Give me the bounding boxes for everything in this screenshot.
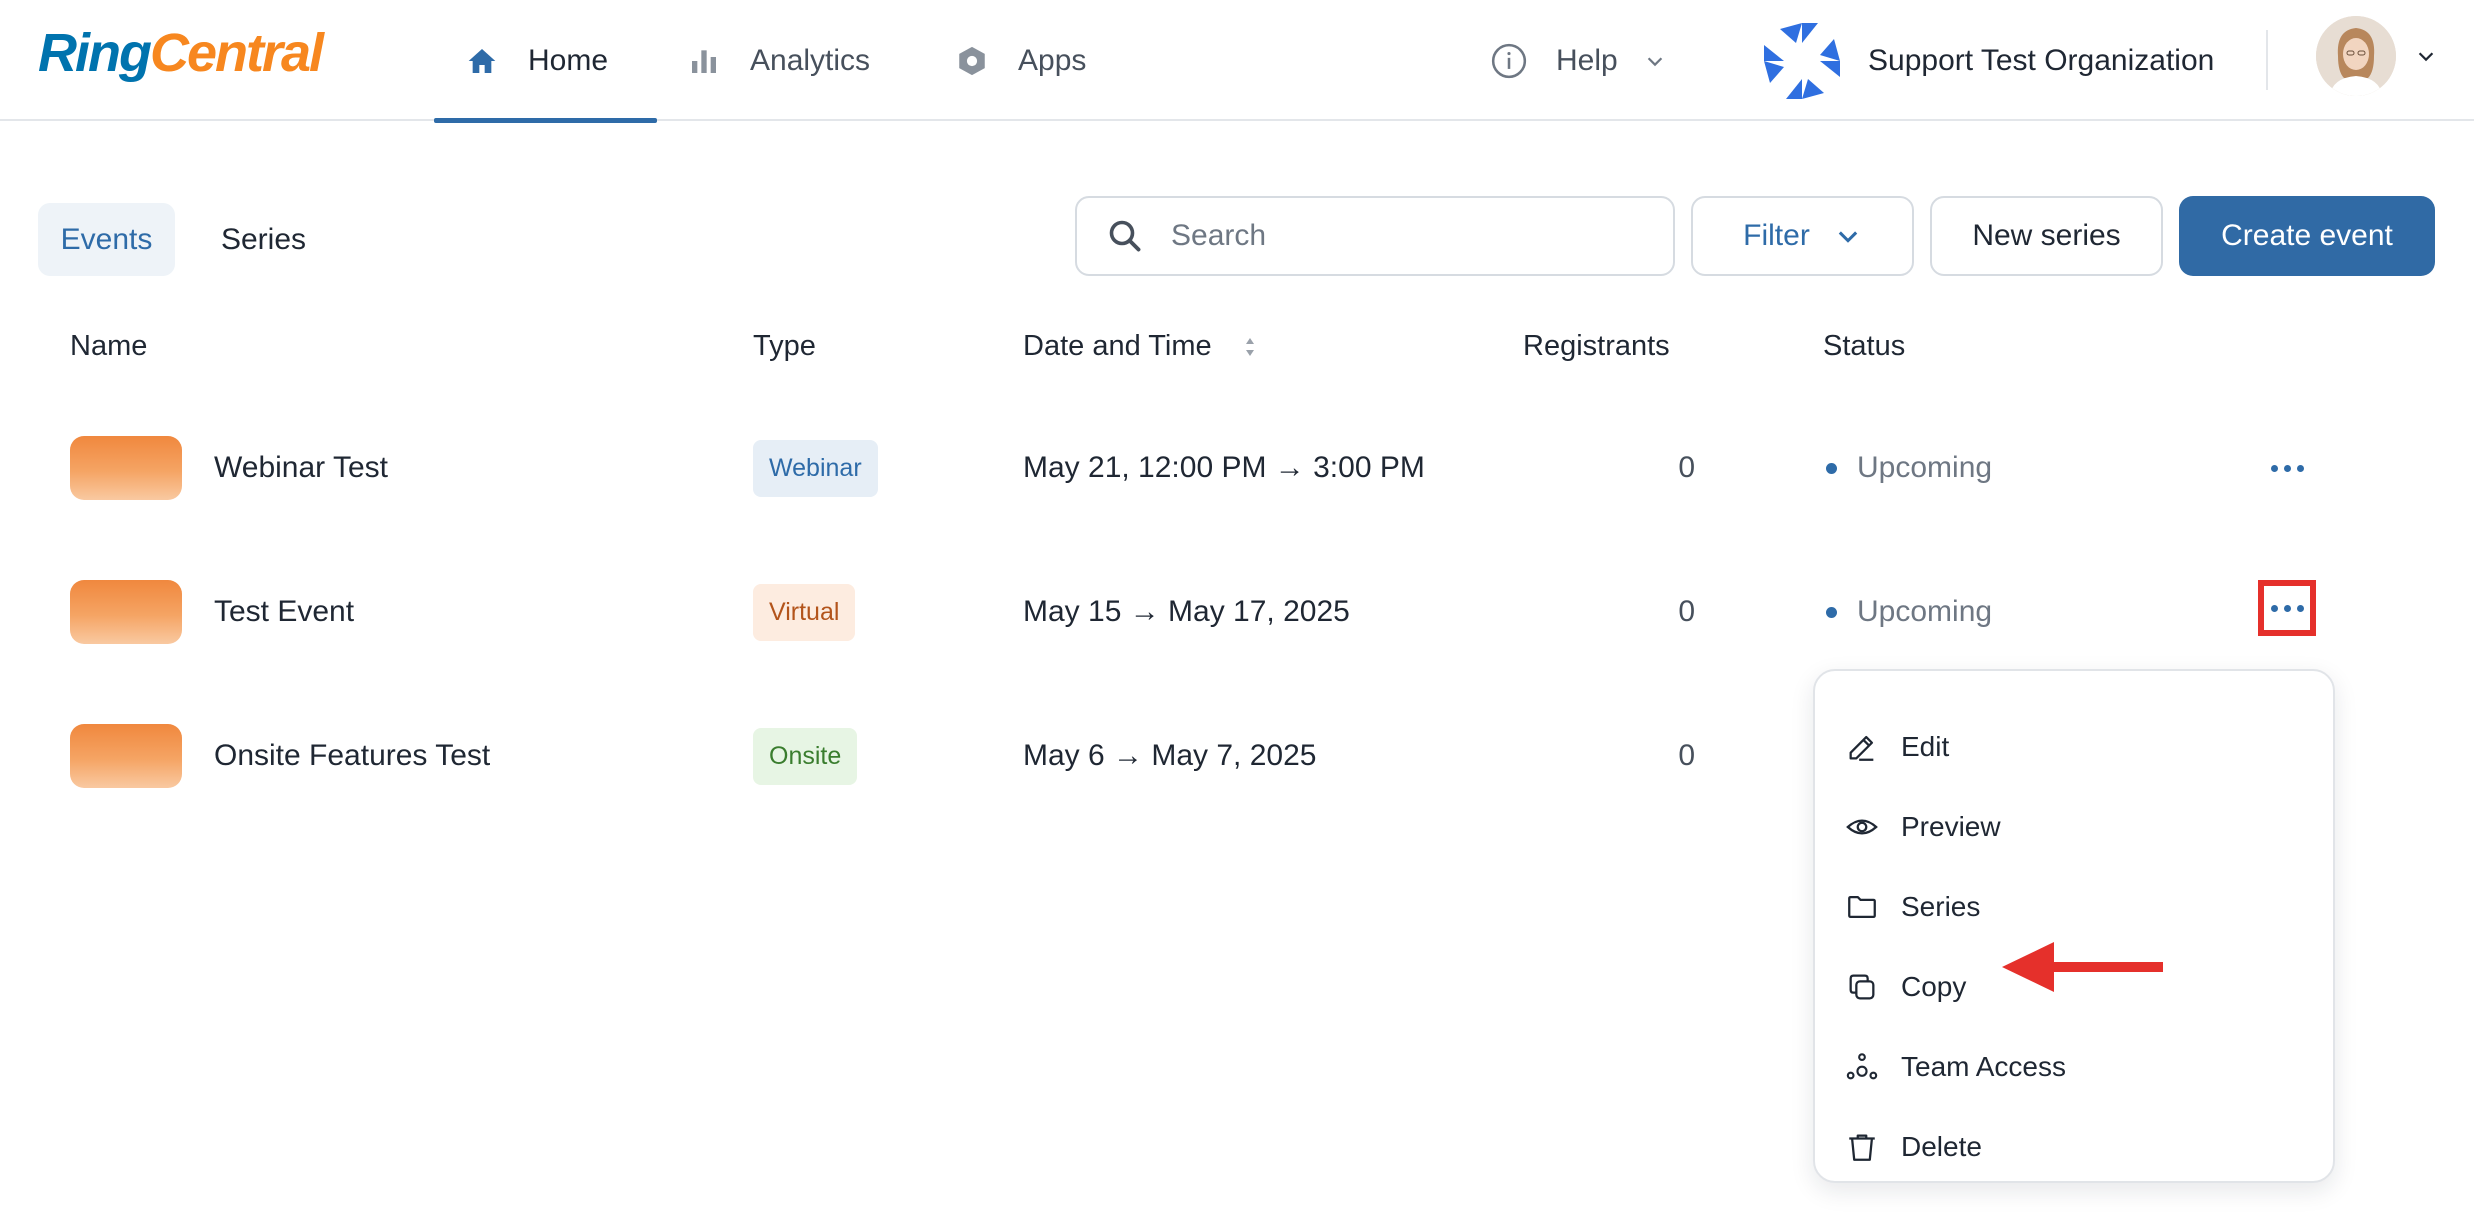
type-badge: Virtual <box>753 584 856 641</box>
active-tab-indicator <box>434 118 657 123</box>
eye-icon <box>1846 819 1878 835</box>
user-menu-chevron-icon[interactable] <box>2415 45 2437 67</box>
nav-analytics[interactable]: Analytics <box>686 0 870 121</box>
event-datetime: May 21, 12:00 PM → 3:00 PM <box>1023 451 1425 484</box>
column-header-type: Type <box>753 330 816 362</box>
status-dot <box>1826 462 1837 474</box>
copy-icon <box>1849 974 1875 1000</box>
filter-button[interactable]: Filter <box>1691 196 1914 276</box>
registrant-count: 0 <box>1678 595 1695 628</box>
status-dot <box>1826 606 1837 618</box>
registrant-count: 0 <box>1678 451 1695 484</box>
more-icon <box>2270 464 2278 472</box>
tab-series[interactable]: Series <box>196 203 331 276</box>
folder-icon <box>1848 895 1876 919</box>
menu-item-label: Delete <box>1901 1131 1982 1162</box>
team-icon <box>1846 1053 1878 1080</box>
user-avatar[interactable] <box>2316 16 2396 96</box>
trash-icon <box>1849 1134 1875 1161</box>
filter-label: Filter <box>1743 219 1810 252</box>
table-row[interactable]: Test Event Virtual May 15 → May 17, 2025… <box>0 540 2474 684</box>
home-icon <box>464 43 500 79</box>
menu-item-series[interactable]: Series <box>1815 867 2333 947</box>
menu-item-label: Series <box>1901 891 1981 922</box>
help-label: Help <box>1556 43 1618 77</box>
header-divider <box>2266 30 2268 90</box>
organization-logo-icon <box>1764 22 1840 99</box>
nav-home[interactable]: Home <box>434 0 657 123</box>
menu-item-label: Edit <box>1901 731 1950 762</box>
event-name[interactable]: Onsite Features Test <box>214 739 490 773</box>
nav-apps[interactable]: Apps <box>954 0 1086 121</box>
column-header-registrants: Registrants <box>1523 330 1670 362</box>
more-actions-button[interactable] <box>2258 440 2316 496</box>
registrant-count: 0 <box>1678 739 1695 772</box>
status-badge: Upcoming <box>1826 451 1992 485</box>
type-badge: Webinar <box>753 440 878 497</box>
search-icon <box>1109 220 1141 252</box>
type-badge: Onsite <box>753 728 858 785</box>
create-event-button[interactable]: Create event <box>2179 196 2435 276</box>
organization-name: Support Test Organization <box>1868 43 2215 77</box>
more-actions-button-highlighted[interactable] <box>2258 580 2316 636</box>
status-label: Upcoming <box>1857 595 1993 628</box>
menu-item-label: Copy <box>1901 971 1967 1002</box>
annotation-arrow-icon <box>2002 942 2163 992</box>
help-menu[interactable]: Help <box>1490 0 1666 121</box>
chevron-down-icon <box>1647 56 1662 66</box>
menu-item-edit[interactable]: Edit <box>1815 707 2333 787</box>
menu-item-team-access[interactable]: Team Access <box>1815 1027 2333 1107</box>
hexagon-icon <box>954 43 990 79</box>
menu-item-label: Preview <box>1901 811 2001 842</box>
menu-item-preview[interactable]: Preview <box>1815 787 2333 867</box>
menu-item-delete[interactable]: Delete <box>1815 1107 2333 1187</box>
column-header-date-label: Date and Time <box>1023 330 1212 362</box>
menu-item-label: Team Access <box>1901 1051 2066 1082</box>
more-icon <box>2270 604 2278 612</box>
event-thumbnail <box>70 724 182 788</box>
column-header-date[interactable]: Date and Time <box>1023 330 1258 363</box>
organization-switcher[interactable]: Support Test Organization <box>1760 0 2214 121</box>
ringcentral-logo[interactable]: RingCentral <box>38 20 324 86</box>
search-box[interactable] <box>1075 196 1675 276</box>
bar-chart-icon <box>686 43 722 79</box>
nav-analytics-label: Analytics <box>750 43 871 77</box>
event-thumbnail <box>70 436 182 500</box>
column-header-status: Status <box>1823 330 1906 362</box>
event-datetime: May 15 → May 17, 2025 <box>1023 595 1350 628</box>
event-name[interactable]: Webinar Test <box>214 451 388 485</box>
pencil-icon <box>1849 735 1874 761</box>
search-input[interactable] <box>1171 219 1651 253</box>
info-icon <box>1491 43 1527 78</box>
status-badge: Upcoming <box>1826 595 1992 629</box>
new-series-button[interactable]: New series <box>1930 196 2163 276</box>
table-row[interactable]: Webinar Test Webinar May 21, 12:00 PM → … <box>0 396 2474 540</box>
event-name[interactable]: Test Event <box>214 595 354 629</box>
status-label: Upcoming <box>1857 451 1993 484</box>
tab-events[interactable]: Events <box>38 203 175 276</box>
row-actions-menu: Edit Preview Series Copy Team Access Del… <box>1813 669 2335 1183</box>
nav-home-label: Home <box>528 43 609 77</box>
sort-icon[interactable] <box>1242 334 1258 360</box>
event-datetime: May 6 → May 7, 2025 <box>1023 739 1317 772</box>
column-header-name: Name <box>70 330 148 362</box>
event-thumbnail <box>70 580 182 644</box>
top-header: RingCentral Home Analytics Apps Help Sup… <box>0 0 2474 123</box>
nav-apps-label: Apps <box>1018 43 1087 77</box>
chevron-down-icon <box>1838 231 1858 243</box>
